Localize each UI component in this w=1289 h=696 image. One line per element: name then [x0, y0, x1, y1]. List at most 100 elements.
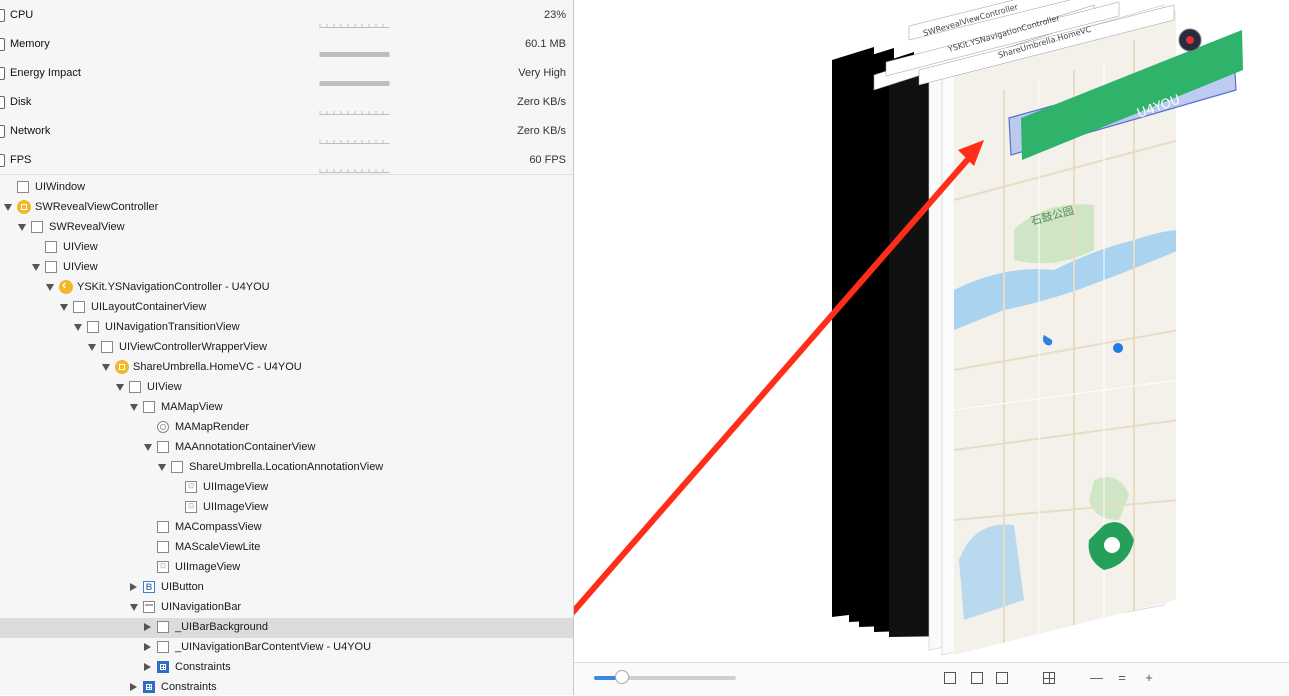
view-icon [73, 301, 85, 313]
tree-row-label: Constraints [175, 661, 231, 673]
tree-row-label: UIView [147, 381, 182, 393]
tree-row[interactable]: UINavigationTransitionView [0, 318, 573, 338]
gauge-disk[interactable]: Disk Zero KB/s [0, 87, 573, 117]
actual-size-icon[interactable]: = [1116, 671, 1128, 684]
tree-row[interactable]: _UINavigationBarContentView - U4YOU [0, 638, 573, 658]
show-constraints-icon[interactable] [971, 672, 983, 684]
tree-row[interactable]: SWRevealViewController [0, 198, 573, 218]
gauge-energy-impact[interactable]: Energy Impact Very High [0, 58, 573, 88]
tree-row[interactable]: MAAnnotationContainerView [0, 438, 573, 458]
view-icon [129, 381, 141, 393]
gauge-sparkline [319, 169, 390, 173]
gauge-label: FPS [10, 154, 32, 166]
disclosure-expanded-icon[interactable] [46, 284, 54, 291]
gauge-sparkline [319, 81, 390, 86]
disclosure-expanded-icon[interactable] [32, 264, 40, 271]
tree-row[interactable]: UILayoutContainerView [0, 298, 573, 318]
zoom-in-icon[interactable]: + [1143, 671, 1155, 684]
tree-row[interactable]: UIWindow [0, 178, 573, 198]
tree-row-label: UIView [63, 261, 98, 273]
disclosure-expanded-icon[interactable] [102, 364, 110, 371]
tree-row[interactable]: Constraints [0, 678, 573, 695]
gauge-network[interactable]: Network Zero KB/s [0, 116, 573, 146]
change-canvas-background-icon[interactable] [1043, 672, 1055, 684]
gauge-icon [0, 154, 5, 167]
view-icon [17, 181, 29, 193]
tree-row[interactable]: ⊡ UIImageView [0, 558, 573, 578]
gauge-icon [0, 96, 5, 109]
tree-row[interactable]: SWRevealView [0, 218, 573, 238]
view-icon [171, 461, 183, 473]
tree-row-label: UIView [63, 241, 98, 253]
tree-row[interactable]: YSKit.YSNavigationController - U4YOU [0, 277, 573, 298]
disclosure-expanded-icon[interactable] [4, 204, 12, 211]
gauge-icon [0, 67, 5, 80]
disclosure-collapsed-icon[interactable] [130, 583, 137, 591]
tree-row-label: UIImageView [175, 561, 241, 573]
disclosure-expanded-icon[interactable] [158, 464, 166, 471]
view-debugger-canvas[interactable]: 石鼓公园 SWRevealViewController YSKit.YSNavi… [556, 0, 1289, 695]
tree-row-label: UIWindow [35, 181, 86, 193]
tree-row[interactable]: MAScaleViewLite [0, 538, 573, 558]
tree-row[interactable]: UIView [0, 238, 573, 258]
disclosure-expanded-icon[interactable] [116, 384, 124, 391]
tree-row-label: Constraints [161, 681, 217, 693]
image-view-icon: ⊡ [157, 561, 169, 573]
view-controller-icon [115, 360, 129, 374]
show-clipped-content-icon[interactable] [944, 672, 956, 684]
tree-row[interactable]: MAMapRender [0, 418, 573, 438]
tree-row-label: ShareUmbrella.HomeVC - U4YOU [133, 361, 302, 373]
disclosure-expanded-icon[interactable] [130, 404, 138, 411]
disclosure-expanded-icon[interactable] [88, 344, 96, 351]
tree-row[interactable]: Constraints [0, 658, 573, 678]
gauge-memory[interactable]: Memory 60.1 MB [0, 29, 573, 59]
tree-row[interactable]: ⊡ UIImageView [0, 478, 573, 498]
tree-row[interactable]: UIViewControllerWrapperView [0, 338, 573, 358]
exploded-view-svg: 石鼓公园 SWRevealViewController YSKit.YSNavi… [556, 0, 1243, 656]
tree-row[interactable]: UIView [0, 258, 573, 278]
view-icon [45, 241, 57, 253]
tree-row-label: _UIBarBackground [175, 621, 268, 633]
gauge-cpu[interactable]: CPU 23% [0, 0, 573, 30]
tree-row[interactable]: ShareUmbrella.LocationAnnotationView [0, 458, 573, 478]
tree-row-label: MACompassView [175, 521, 262, 533]
disclosure-expanded-icon[interactable] [144, 444, 152, 451]
tree-row[interactable]: UINavigationBar [0, 598, 573, 618]
disclosure-expanded-icon[interactable] [74, 324, 82, 331]
gauge-label: Energy Impact [10, 67, 81, 79]
gauge-fps[interactable]: FPS 60 FPS [0, 145, 573, 175]
zoom-out-icon[interactable]: — [1090, 671, 1103, 684]
disclosure-expanded-icon[interactable] [60, 304, 68, 311]
adjust-view-mode-icon[interactable] [996, 672, 1008, 684]
view-icon [157, 621, 169, 633]
view-icon [157, 641, 169, 653]
disclosure-expanded-icon[interactable] [130, 604, 138, 611]
tree-row[interactable]: _UIBarBackground [0, 618, 573, 638]
tree-row[interactable]: MAMapView [0, 398, 573, 418]
navigation-bar-icon [143, 601, 155, 613]
disclosure-collapsed-icon[interactable] [144, 623, 151, 631]
disclosure-collapsed-icon[interactable] [130, 683, 137, 691]
tree-row[interactable]: MACompassView [0, 518, 573, 538]
tree-row[interactable]: UIView [0, 378, 573, 398]
gauge-label: Network [10, 125, 51, 137]
disclosure-expanded-icon[interactable] [18, 224, 26, 231]
disclosure-collapsed-icon[interactable] [144, 663, 151, 671]
view-icon [157, 541, 169, 553]
tree-row[interactable]: B UIButton [0, 578, 573, 598]
slider-knob[interactable] [615, 670, 630, 684]
debug-navigator: CPU 23% Memory 60.1 MB Energy Impact Very Hig… [0, 0, 574, 695]
tree-row-label: SWRevealViewController [35, 201, 159, 213]
view-icon [87, 321, 99, 333]
tree-row-label: UINavigationTransitionView [105, 321, 240, 333]
layer-spacing-slider[interactable] [594, 670, 736, 684]
tree-row[interactable]: ⊡ UIImageView [0, 498, 573, 518]
disclosure-collapsed-icon[interactable] [144, 643, 151, 651]
view-icon [31, 221, 43, 233]
gauge-sparkline [319, 111, 390, 115]
tree-row[interactable]: ShareUmbrella.HomeVC - U4YOU [0, 358, 573, 378]
constraints-icon [157, 661, 169, 673]
tree-row-label: UIImageView [203, 501, 269, 513]
tree-row-label: UIViewControllerWrapperView [119, 341, 267, 353]
image-view-icon: ⊡ [185, 481, 197, 493]
